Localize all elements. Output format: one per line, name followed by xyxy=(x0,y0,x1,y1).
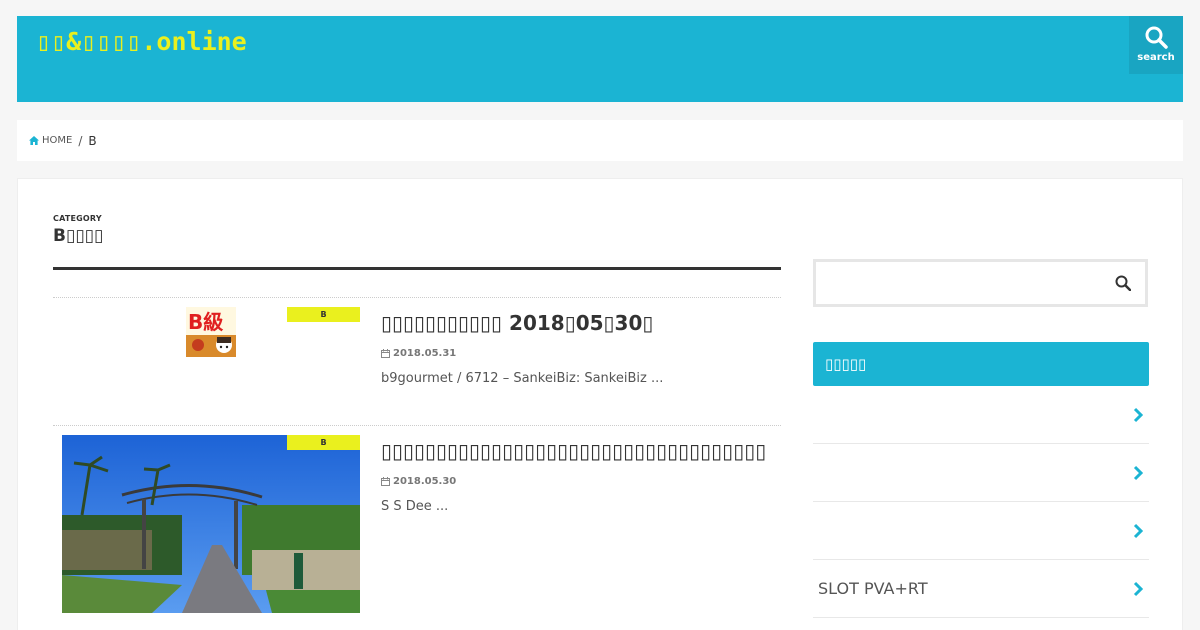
article-thumbnail[interactable]: B級 B xyxy=(62,307,360,419)
category-badge[interactable]: B xyxy=(287,307,360,322)
sidebar-search-box xyxy=(813,259,1148,307)
sidebar-item[interactable] xyxy=(813,502,1149,560)
article-title[interactable]: ▯▯▯▯▯▯▯▯▯▯▯▯▯▯▯▯▯▯▯▯▯▯▯▯▯▯▯▯▯▯▯▯▯▯▯ xyxy=(381,438,781,464)
breadcrumb: HOME / B xyxy=(17,120,1183,161)
article-excerpt: b9gourmet / 6712 – SankeiBiz: SankeiBiz … xyxy=(381,371,664,386)
breadcrumb-home-label: HOME xyxy=(42,135,73,146)
sidebar-search-input[interactable] xyxy=(816,262,1096,304)
b-class-gourmet-image: B級 xyxy=(186,307,236,357)
breadcrumb-separator: / xyxy=(78,133,83,148)
article-thumbnail[interactable]: B xyxy=(62,435,360,613)
article-excerpt: S S Dee ... xyxy=(381,499,449,514)
category-title: B▯▯▯▯ xyxy=(53,226,104,246)
article-title[interactable]: ▯▯▯▯▯▯▯▯▯▯▯ 2018▯05▯30▯ xyxy=(381,310,781,336)
breadcrumb-home-link[interactable]: HOME xyxy=(29,135,72,146)
article-date: 2018.05.30 xyxy=(381,476,456,487)
sidebar-widget-title: ▯▯▯▯▯ xyxy=(813,342,1149,386)
sidebar-item[interactable]: SLOT PVA+RT xyxy=(813,560,1149,618)
breadcrumb-current: B xyxy=(88,133,97,148)
home-icon xyxy=(29,136,39,145)
calendar-icon xyxy=(381,477,390,486)
calendar-icon xyxy=(381,349,390,358)
sidebar-widget-list: SLOT PVA+RT xyxy=(813,386,1149,618)
category-label: CATEGORY xyxy=(53,214,102,223)
main-content: CATEGORY B▯▯▯▯ B級 B ▯▯▯▯▯▯▯▯▯▯▯ 2018▯05▯… xyxy=(17,178,1183,630)
chevron-right-icon xyxy=(1133,581,1143,596)
article-item[interactable]: B ▯▯▯▯▯▯▯▯▯▯▯▯▯▯▯▯▯▯▯▯▯▯▯▯▯▯▯▯▯▯▯▯▯▯▯ 20… xyxy=(53,425,781,623)
chevron-right-icon xyxy=(1133,465,1143,480)
search-icon[interactable] xyxy=(1115,275,1131,291)
site-header: ▯▯&▯▯▯▯.online search xyxy=(17,16,1183,102)
article-date-text: 2018.05.31 xyxy=(393,348,457,359)
header-search-button[interactable]: search xyxy=(1129,16,1183,74)
thumb-text: B級 xyxy=(188,310,223,334)
chevron-right-icon xyxy=(1133,523,1143,538)
sidebar-item[interactable] xyxy=(813,444,1149,502)
chevron-right-icon xyxy=(1133,407,1143,422)
search-icon xyxy=(1145,26,1168,49)
search-button-label: search xyxy=(1137,52,1175,63)
park-road-image xyxy=(62,435,360,613)
article-item[interactable]: B級 B ▯▯▯▯▯▯▯▯▯▯▯ 2018▯05▯30▯ 2018.05.31 … xyxy=(53,297,781,425)
article-date-text: 2018.05.30 xyxy=(393,476,457,487)
sidebar-item-label: SLOT PVA+RT xyxy=(818,579,928,598)
category-header: CATEGORY B▯▯▯▯ xyxy=(53,214,781,270)
article-date: 2018.05.31 xyxy=(381,348,456,359)
category-badge[interactable]: B xyxy=(287,435,360,450)
site-title[interactable]: ▯▯&▯▯▯▯.online xyxy=(36,22,247,62)
sidebar-item[interactable] xyxy=(813,386,1149,444)
